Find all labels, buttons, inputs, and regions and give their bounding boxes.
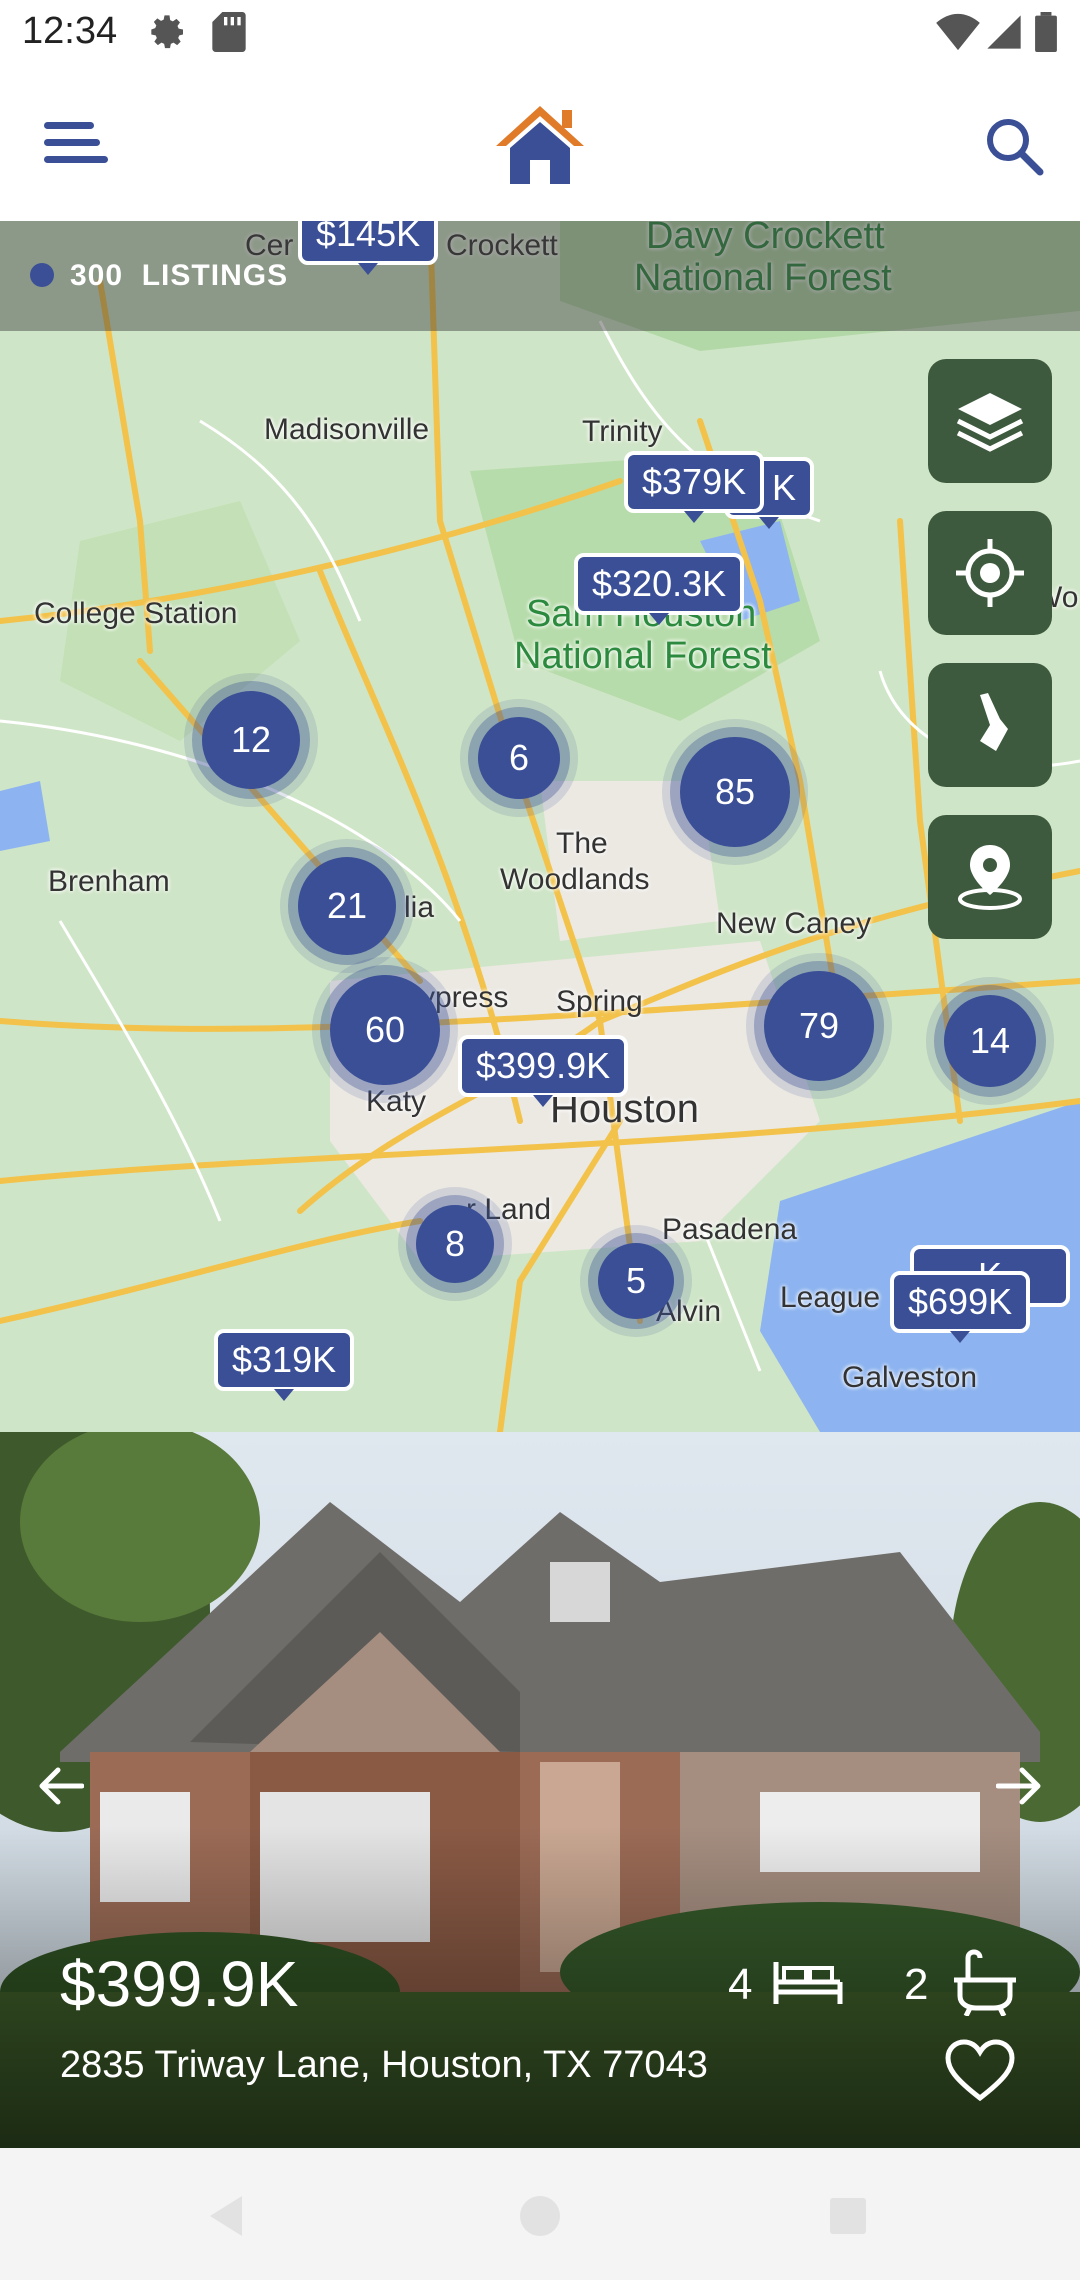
listing-cluster[interactable]: 21 — [298, 857, 396, 955]
price-pin[interactable]: $699K — [890, 1271, 1031, 1343]
listing-count-bar: 300 LISTINGS — [0, 221, 1080, 331]
bed-icon — [773, 1962, 843, 2004]
listing-count-text: 300 LISTINGS — [70, 259, 288, 293]
listing-cluster[interactable]: 8 — [416, 1205, 494, 1283]
listing-cluster[interactable]: 14 — [944, 995, 1036, 1087]
cellular-signal-icon — [987, 15, 1021, 49]
price-pin[interactable]: $145K — [298, 221, 439, 275]
listing-cluster[interactable]: 12 — [202, 691, 300, 789]
place-label: Madisonville — [264, 413, 430, 446]
place-label: Brenham — [48, 865, 170, 898]
battery-icon — [1035, 12, 1057, 52]
back-triangle-icon[interactable] — [206, 2194, 246, 2238]
beds-count: 4 — [728, 1960, 753, 2009]
place-label: Spring — [556, 985, 643, 1018]
price-pin[interactable]: $319K — [214, 1329, 355, 1401]
place-label: lia — [404, 891, 435, 924]
place-label: Woodlands — [500, 863, 650, 896]
recents-square-icon[interactable] — [828, 2196, 868, 2236]
sd-card-icon — [212, 12, 246, 52]
arrow-right-icon[interactable] — [996, 1766, 1042, 1806]
map-pin-button[interactable] — [928, 815, 1052, 939]
app-bar — [0, 66, 1080, 221]
home-logo-icon[interactable] — [492, 102, 588, 186]
listing-photo — [0, 1432, 1080, 2148]
place-label: The — [556, 827, 608, 860]
layers-icon — [956, 393, 1024, 452]
price-pin[interactable]: $379K — [624, 451, 765, 523]
place-label: National Forest — [514, 635, 772, 677]
home-circle-icon[interactable] — [518, 2194, 562, 2238]
search-icon[interactable] — [984, 116, 1044, 176]
price-pin[interactable]: $399.9K — [458, 1035, 629, 1107]
listing-card[interactable]: $399.9K 4 2 2835 Triway Lane, Houston, T… — [0, 1432, 1080, 2148]
price-pin[interactable]: $320.3K — [574, 553, 745, 625]
status-time: 12:34 — [22, 10, 118, 52]
place-label: New Caney — [716, 907, 872, 940]
draw-icon — [980, 693, 1008, 751]
place-label: Katy — [366, 1085, 427, 1118]
baths-count: 2 — [904, 1960, 929, 2009]
listing-label: LISTINGS — [141, 259, 289, 292]
heart-outline-icon[interactable] — [944, 2038, 1016, 2104]
draw-button[interactable] — [928, 663, 1052, 787]
place-label: Pasadena — [662, 1213, 798, 1246]
wifi-icon — [936, 13, 980, 51]
place-label: League — [780, 1281, 881, 1314]
map-view[interactable]: Cer Crockett Davy Crockett National Fore… — [0, 221, 1080, 1432]
listing-price: $399.9K — [60, 1948, 299, 2020]
system-nav-bar — [0, 2148, 1080, 2280]
my-location-button[interactable] — [928, 511, 1052, 635]
gear-icon — [151, 15, 183, 49]
listing-cluster[interactable]: 79 — [764, 971, 874, 1081]
my-location-icon — [956, 539, 1024, 607]
listing-cluster[interactable]: 5 — [598, 1243, 674, 1319]
listing-dot — [30, 263, 54, 287]
hamburger-menu-icon[interactable] — [44, 118, 108, 168]
listing-cluster[interactable]: 60 — [330, 975, 440, 1085]
bathtub-icon — [954, 1949, 1016, 2016]
place-label: Galveston — [842, 1361, 978, 1394]
layers-button[interactable] — [928, 359, 1052, 483]
listing-cluster[interactable]: 85 — [680, 737, 790, 847]
arrow-left-icon[interactable] — [38, 1766, 84, 1806]
place-label: College Station — [34, 597, 238, 630]
listing-address: 2835 Triway Lane, Houston, TX 77043 — [60, 2044, 708, 2086]
listing-cluster[interactable]: 6 — [478, 717, 560, 799]
place-label: Trinity — [582, 415, 663, 448]
listing-count: 300 — [70, 259, 124, 292]
map-pin-icon — [958, 845, 1022, 910]
status-bar: 12:34 — [0, 0, 1080, 66]
